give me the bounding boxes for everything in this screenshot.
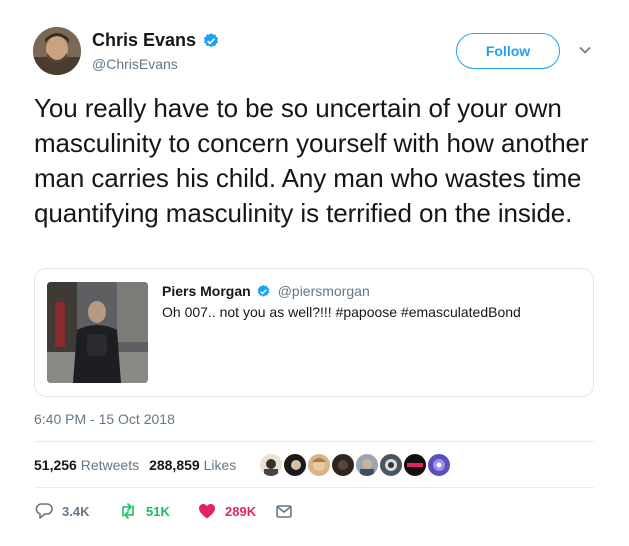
verified-badge-icon [257, 284, 270, 297]
quoted-tweet-image[interactable] [47, 282, 148, 383]
retweet-stat[interactable]: 51,256 Retweets [34, 457, 139, 473]
liker-avatar[interactable] [378, 452, 404, 478]
retweet-label: Retweets [80, 457, 140, 473]
liker-avatar[interactable] [330, 452, 356, 478]
author-avatar[interactable] [33, 27, 81, 75]
message-icon [276, 505, 292, 518]
heart-icon [199, 504, 215, 519]
reply-count: 3.4K [62, 503, 90, 519]
retweet-count: 51,256 [34, 457, 77, 473]
liker-avatar[interactable] [258, 452, 284, 478]
quoted-tweet-card[interactable]: Piers Morgan @piersmorgan Oh 007.. not y… [34, 268, 594, 397]
direct-message-action[interactable] [274, 500, 294, 522]
like-action-count: 289K [225, 503, 257, 519]
retweet-icon [122, 503, 134, 519]
liker-avatar[interactable] [306, 452, 332, 478]
like-action[interactable]: 289K [197, 500, 256, 522]
liker-avatar[interactable] [402, 452, 428, 478]
like-stat[interactable]: 288,859 Likes [149, 457, 236, 473]
reply-action[interactable]: 3.4K [34, 500, 89, 522]
liker-avatars [258, 452, 452, 478]
reply-icon [35, 503, 53, 519]
quoted-author-name[interactable]: Piers Morgan [162, 283, 251, 299]
quoted-author-row[interactable]: Piers Morgan @piersmorgan [162, 283, 370, 299]
tweet-stats: 51,256 Retweets 288,859 Likes [34, 457, 236, 473]
author-name[interactable]: Chris Evans [92, 30, 196, 51]
author-name-row[interactable]: Chris Evans [92, 30, 220, 51]
quoted-tweet-text: Oh 007.. not you as well?!!! #papoose #e… [162, 304, 521, 320]
verified-badge-icon [203, 32, 219, 47]
tweet-text: You really have to be so uncertain of yo… [34, 93, 589, 228]
like-label: Likes [203, 457, 237, 473]
retweet-action[interactable]: 51K [118, 500, 170, 522]
follow-button[interactable]: Follow [456, 33, 560, 69]
liker-avatar[interactable] [282, 452, 308, 478]
chevron-down-icon[interactable] [577, 44, 593, 56]
quoted-author-handle[interactable]: @piersmorgan [278, 283, 370, 299]
liker-avatar[interactable] [426, 452, 452, 478]
retweet-action-count: 51K [146, 503, 170, 519]
tweet-timestamp[interactable]: 6:40 PM - 15 Oct 2018 [34, 411, 175, 427]
divider [34, 441, 594, 442]
author-handle[interactable]: @ChrisEvans [92, 56, 178, 72]
like-count: 288,859 [149, 457, 200, 473]
divider [34, 487, 594, 488]
liker-avatar[interactable] [354, 452, 380, 478]
